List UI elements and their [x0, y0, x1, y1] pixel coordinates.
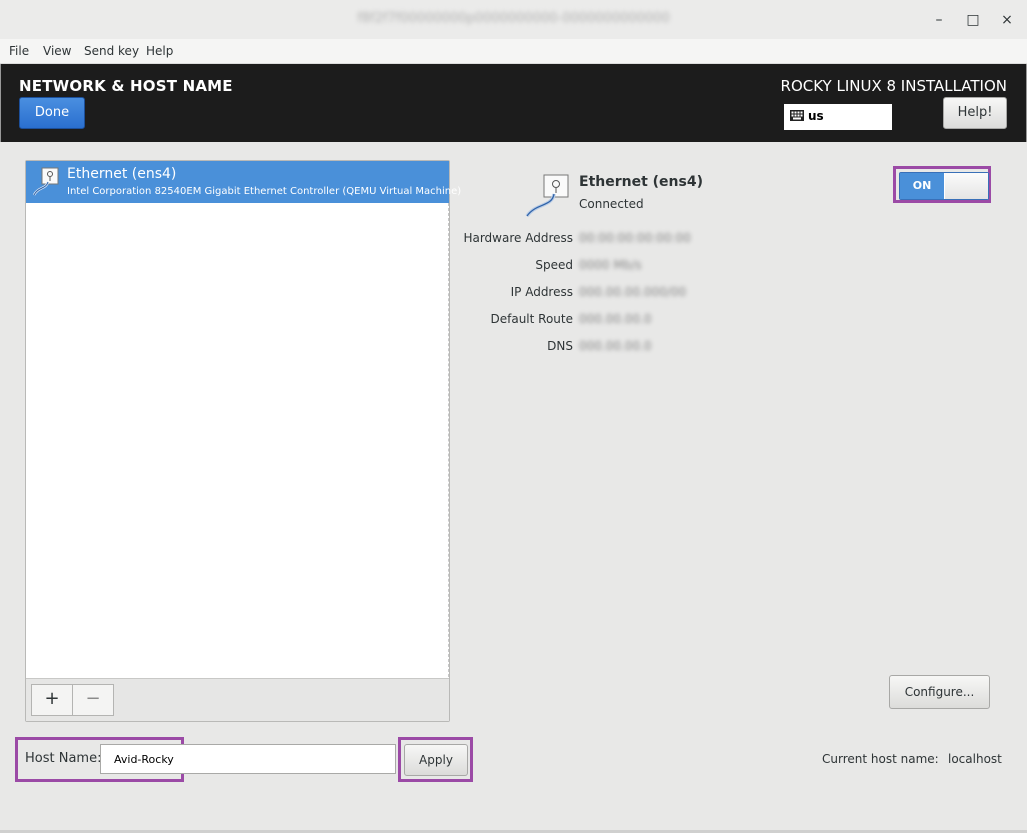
- menu-file[interactable]: File: [9, 44, 29, 58]
- ethernet-cable-icon: [524, 173, 572, 219]
- toggle-knob: [945, 173, 988, 199]
- speed-label: Speed: [535, 258, 573, 272]
- menu-bar: File View Send key Help: [0, 39, 1027, 64]
- speed-value: 0000 Mb/s: [579, 258, 642, 272]
- dns-label: DNS: [547, 339, 573, 353]
- window-title: f8f2f7f00000000p0000000000-0000000000000: [357, 11, 670, 26]
- keyboard-layout-label: us: [808, 109, 824, 123]
- ip-address-label: IP Address: [510, 285, 573, 299]
- list-scroll-edge: [447, 203, 449, 677]
- current-host-name-value: localhost: [948, 752, 1002, 766]
- device-description: Intel Corporation 82540EM Gigabit Ethern…: [67, 186, 462, 197]
- device-name: Ethernet (ens4): [67, 166, 177, 182]
- ethernet-cable-icon: [32, 167, 60, 197]
- current-host-name-label: Current host name:: [822, 752, 939, 766]
- close-icon[interactable]: ×: [997, 10, 1017, 30]
- remove-device-button[interactable]: −: [72, 684, 114, 716]
- add-device-button[interactable]: +: [31, 684, 73, 716]
- device-list-panel: Ethernet (ens4) Intel Corporation 82540E…: [25, 160, 461, 722]
- menu-send-key[interactable]: Send key: [84, 44, 139, 58]
- device-list-toolbar: + −: [26, 678, 449, 721]
- apply-button[interactable]: Apply: [404, 744, 468, 776]
- minimize-icon[interactable]: –: [929, 10, 949, 30]
- detail-device-name: Ethernet (ens4): [579, 174, 703, 190]
- menu-help[interactable]: Help: [146, 44, 173, 58]
- maximize-icon[interactable]: □: [963, 10, 983, 30]
- hardware-address-label: Hardware Address: [463, 231, 573, 245]
- default-route-label: Default Route: [490, 312, 574, 326]
- page-title: NETWORK & HOST NAME: [19, 77, 233, 95]
- configure-button[interactable]: Configure...: [889, 675, 990, 709]
- installation-title: ROCKY LINUX 8 INSTALLATION: [780, 77, 1007, 95]
- host-name-label: Host Name:: [25, 751, 102, 766]
- help-button[interactable]: Help!: [943, 97, 1007, 129]
- menu-view[interactable]: View: [43, 44, 71, 58]
- default-route-value: 000.00.00.0: [579, 312, 652, 326]
- device-list-item[interactable]: Ethernet (ens4) Intel Corporation 82540E…: [26, 161, 461, 203]
- keyboard-icon: [790, 110, 804, 121]
- done-button[interactable]: Done: [19, 97, 85, 129]
- hardware-address-value: 00:00:00:00:00:00: [579, 231, 691, 245]
- keyboard-layout-indicator[interactable]: us: [784, 104, 892, 130]
- toggle-highlight: ON: [893, 166, 991, 203]
- spoke-header: NETWORK & HOST NAME Done ROCKY LINUX 8 I…: [0, 64, 1027, 142]
- connection-status: Connected: [579, 197, 644, 211]
- dns-value: 000.00.00.0: [579, 339, 652, 353]
- window-titlebar: f8f2f7f00000000p0000000000-0000000000000…: [0, 0, 1027, 40]
- toggle-on-label: ON: [900, 173, 944, 199]
- connection-toggle[interactable]: ON: [899, 172, 989, 200]
- host-name-input[interactable]: [100, 744, 396, 774]
- ip-address-value: 000.00.00.000/00: [579, 285, 687, 299]
